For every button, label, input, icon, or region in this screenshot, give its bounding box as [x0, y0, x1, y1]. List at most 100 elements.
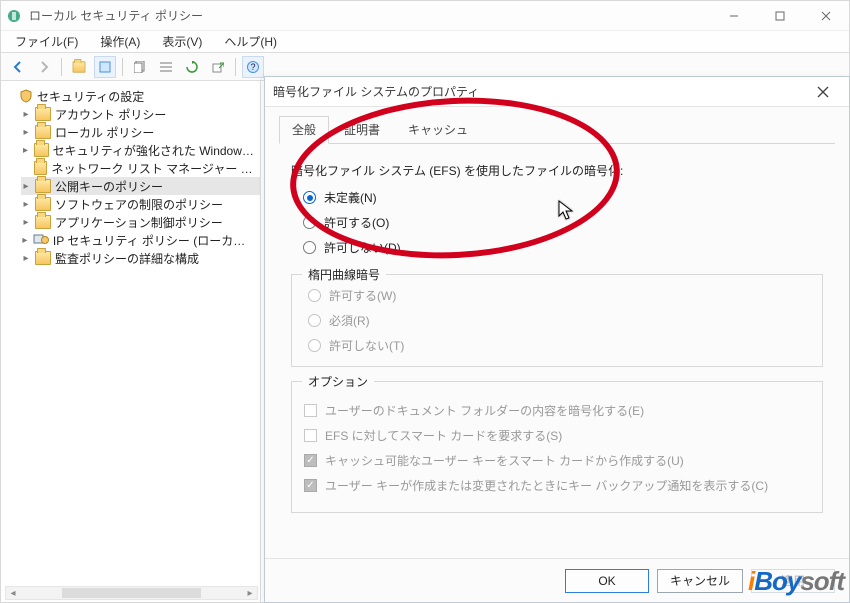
expand-caret-icon[interactable]: ▸: [21, 145, 30, 156]
checkbox-label: EFS に対してスマート カードを要求する(S): [325, 427, 562, 444]
efs-radio-option[interactable]: 許可しない(D): [303, 239, 823, 256]
radio-label: 許可する(O): [324, 214, 389, 231]
tree-item[interactable]: ▸ネットワーク リスト マネージャー ポリシー: [21, 159, 260, 177]
ok-button[interactable]: OK: [565, 569, 649, 593]
help-icon[interactable]: ?: [242, 56, 264, 78]
checkbox-icon: ✓: [304, 479, 317, 492]
tree-item[interactable]: ▸ ローカル ポリシー: [21, 123, 260, 141]
checkbox-icon: [304, 429, 317, 442]
tab-general[interactable]: 全般: [279, 116, 329, 144]
expand-caret-icon[interactable]: ▸: [21, 253, 31, 264]
tree-item-label: アカウント ポリシー: [55, 106, 166, 123]
ecc-radio-option: 許可する(W): [308, 287, 810, 304]
tree-root-item[interactable]: ▸ セキュリティの設定: [5, 87, 260, 105]
tree-item[interactable]: ▸ 公開キーのポリシー: [21, 177, 260, 195]
option-check-row: ユーザーのドキュメント フォルダーの内容を暗号化する(E): [304, 402, 810, 419]
main-window-title: ローカル セキュリティ ポリシー: [27, 7, 711, 24]
expand-caret-icon[interactable]: ▸: [21, 127, 31, 138]
checkbox-label: キャッシュ可能なユーザー キーをスマート カードから作成する(U): [325, 452, 684, 469]
tree-root-label: セキュリティの設定: [37, 88, 144, 105]
dialog-close-button[interactable]: [805, 79, 841, 105]
folder-icon: [35, 215, 51, 229]
main-menubar: ファイル(F) 操作(A) 表示(V) ヘルプ(H): [1, 31, 849, 53]
dialog-titlebar[interactable]: 暗号化ファイル システムのプロパティ: [265, 77, 849, 107]
dialog-tabstrip: 全般 証明書 キャッシュ: [279, 115, 835, 144]
efs-radio-option[interactable]: 許可する(O): [303, 214, 823, 231]
dialog-title: 暗号化ファイル システムのプロパティ: [273, 83, 805, 100]
expand-caret-icon[interactable]: ▸: [21, 235, 29, 246]
ecc-radio-option: 許可しない(T): [308, 337, 810, 354]
menu-view[interactable]: 表示(V): [158, 31, 206, 52]
tree-item-label: 公開キーのポリシー: [55, 178, 163, 195]
apply-button[interactable]: 適用: [751, 569, 835, 593]
cancel-button[interactable]: キャンセル: [657, 569, 743, 593]
radio-label: 未定義(N): [324, 189, 377, 206]
svg-text:?: ?: [250, 62, 255, 72]
radio-label: 必須(R): [329, 312, 370, 329]
folder-icon: [34, 161, 48, 175]
tree-item-label: セキュリティが強化された Windows Defe: [53, 142, 254, 159]
folder-up-icon[interactable]: [68, 56, 90, 78]
tree-pane[interactable]: ▸ セキュリティの設定 ▸ アカウント ポリシー ▸ ローカル ポリシー ▸ セキュリティ…: [1, 81, 261, 602]
radio-label: 許可しない(D): [324, 239, 401, 256]
dialog-footer: OK キャンセル 適用: [265, 558, 849, 602]
ecc-radio-option: 必須(R): [308, 312, 810, 329]
expand-caret-icon[interactable]: ▸: [21, 109, 31, 120]
copy-icon[interactable]: [129, 56, 151, 78]
ecc-radio-group: 許可する(W) 必須(R) 許可しない(T): [304, 287, 810, 354]
expand-caret-icon[interactable]: ▸: [21, 199, 31, 210]
ipsec-icon: [33, 232, 49, 249]
list-icon[interactable]: [155, 56, 177, 78]
tree-item[interactable]: ▸ アカウント ポリシー: [21, 105, 260, 123]
app-icon: [1, 8, 27, 24]
nav-forward-icon[interactable]: [33, 56, 55, 78]
menu-help[interactable]: ヘルプ(H): [220, 31, 281, 52]
radio-icon: [308, 289, 321, 302]
tree-item-label: ローカル ポリシー: [55, 124, 154, 141]
option-check-row: EFS に対してスマート カードを要求する(S): [304, 427, 810, 444]
options-group-title: オプション: [302, 373, 374, 390]
radio-label: 許可する(W): [329, 287, 396, 304]
close-button[interactable]: [803, 1, 849, 31]
expand-caret-icon[interactable]: ▸: [21, 181, 31, 192]
radio-icon: [303, 191, 316, 204]
options-groupbox: オプション ユーザーのドキュメント フォルダーの内容を暗号化する(E)EFS に…: [291, 381, 823, 513]
tree-item-label: ネットワーク リスト マネージャー ポリシー: [51, 160, 254, 177]
folder-icon: [35, 125, 51, 139]
refresh-icon[interactable]: [181, 56, 203, 78]
folder-icon: [35, 179, 51, 193]
radio-label: 許可しない(T): [329, 337, 404, 354]
maximize-button[interactable]: [757, 1, 803, 31]
radio-icon: [308, 339, 321, 352]
main-titlebar: ローカル セキュリティ ポリシー: [1, 1, 849, 31]
efs-radio-option[interactable]: 未定義(N): [303, 189, 823, 206]
radio-icon: [308, 314, 321, 327]
folder-icon: [35, 197, 51, 211]
checkbox-label: ユーザーのドキュメント フォルダーの内容を暗号化する(E): [325, 402, 644, 419]
shield-icon: [19, 89, 33, 103]
ecc-group-title: 楕円曲線暗号: [302, 266, 386, 283]
radio-icon: [303, 241, 316, 254]
radio-icon: [303, 216, 316, 229]
properties-icon[interactable]: [94, 56, 116, 78]
tree-item[interactable]: ▸監査ポリシーの詳細な構成: [21, 249, 260, 267]
menu-action[interactable]: 操作(A): [96, 31, 144, 52]
tree-item[interactable]: ▸ソフトウェアの制限のポリシー: [21, 195, 260, 213]
checkbox-label: ユーザー キーが作成または変更されたときにキー バックアップ通知を表示する(C): [325, 477, 768, 494]
checkbox-icon: [304, 404, 317, 417]
option-check-row: ✓キャッシュ可能なユーザー キーをスマート カードから作成する(U): [304, 452, 810, 469]
tree-item[interactable]: ▸IP セキュリティ ポリシー (ローカル コンピュー: [21, 231, 260, 249]
folder-icon: [35, 251, 51, 265]
tab-cache[interactable]: キャッシュ: [395, 116, 481, 144]
tree-item[interactable]: ▸ セキュリティが強化された Windows Defe: [21, 141, 260, 159]
tree-horizontal-scrollbar[interactable]: ◂▸: [5, 586, 258, 600]
general-tab-panel: 暗号化ファイル システム (EFS) を使用したファイルの暗号化: 未定義(N)…: [279, 144, 835, 513]
tab-certificates[interactable]: 証明書: [331, 116, 393, 144]
efs-properties-dialog: 暗号化ファイル システムのプロパティ 全般 証明書 キャッシュ 暗号化ファイル …: [264, 76, 850, 603]
minimize-button[interactable]: [711, 1, 757, 31]
nav-back-icon[interactable]: [7, 56, 29, 78]
menu-file[interactable]: ファイル(F): [11, 31, 82, 52]
expand-caret-icon[interactable]: ▸: [21, 217, 31, 228]
export-icon[interactable]: [207, 56, 229, 78]
tree-item[interactable]: ▸アプリケーション制御ポリシー: [21, 213, 260, 231]
